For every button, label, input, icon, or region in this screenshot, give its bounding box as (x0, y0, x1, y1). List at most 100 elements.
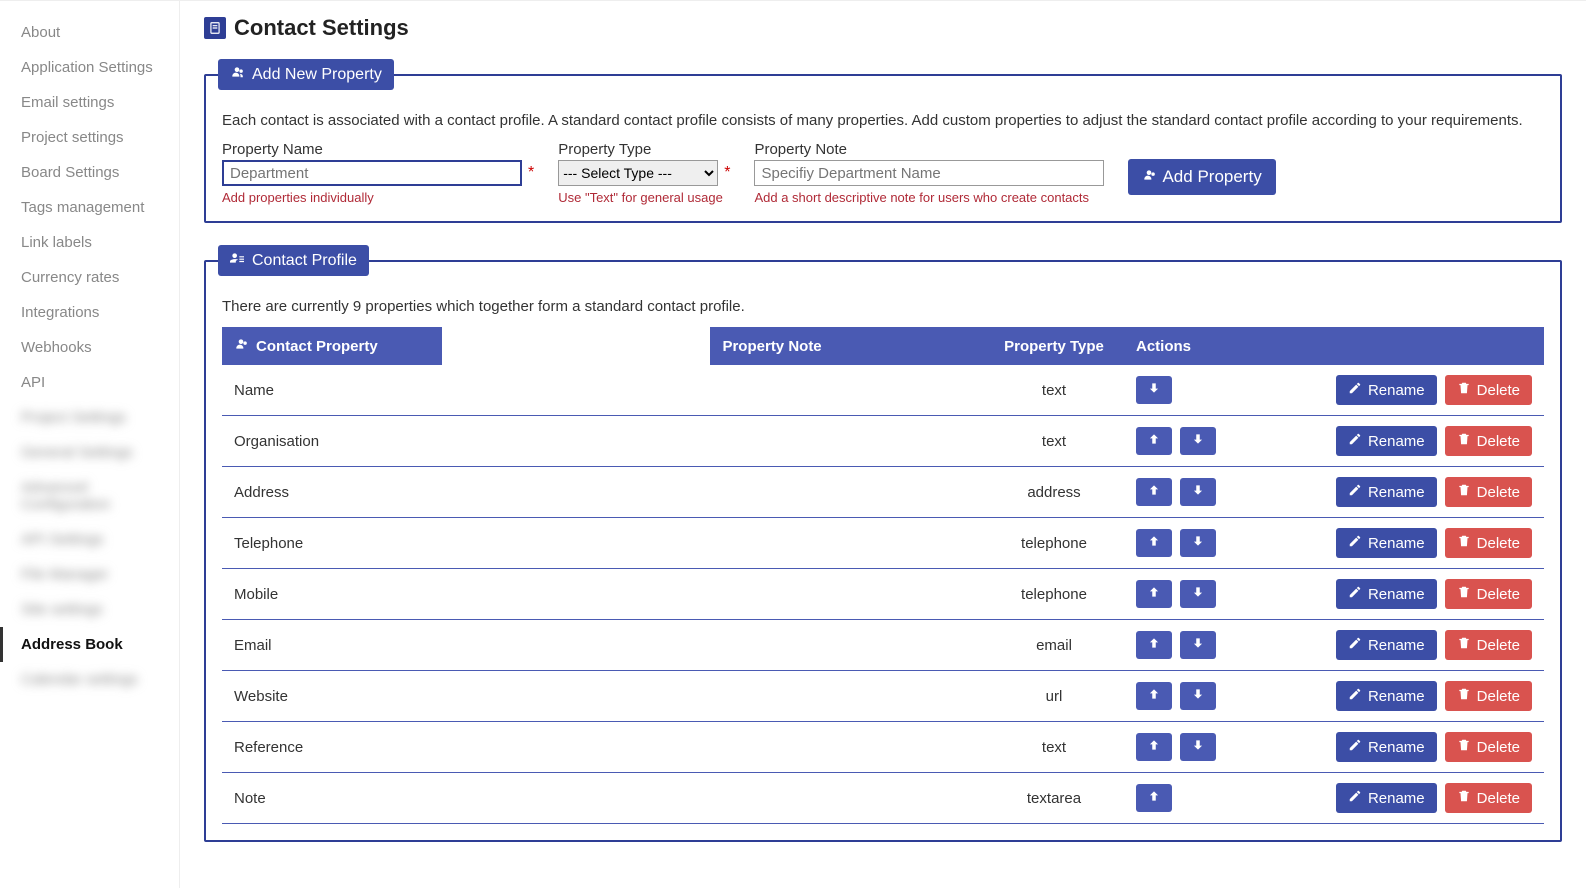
move-down-button[interactable] (1180, 427, 1216, 455)
delete-label: Delete (1477, 790, 1520, 807)
rename-label: Rename (1368, 739, 1425, 756)
move-up-button[interactable] (1136, 580, 1172, 608)
delete-button[interactable]: Delete (1445, 783, 1532, 813)
delete-button[interactable]: Delete (1445, 477, 1532, 507)
sidebar-item[interactable]: Advanced Configuration (0, 470, 179, 522)
property-name-label: Property Name (222, 141, 534, 158)
rename-button[interactable]: Rename (1336, 681, 1437, 711)
property-note-cell (710, 722, 984, 773)
actions-cell: Rename Delete (1124, 467, 1544, 518)
rename-button[interactable]: Rename (1336, 732, 1437, 762)
sidebar-item[interactable]: Email settings (0, 85, 179, 120)
sidebar: AboutApplication SettingsEmail settingsP… (0, 0, 180, 888)
sidebar-item[interactable]: Project settings (0, 120, 179, 155)
actions-cell: Rename Delete (1124, 416, 1544, 467)
add-property-button[interactable]: Add Property (1128, 159, 1275, 195)
contact-profile-description: There are currently 9 properties which t… (222, 296, 1544, 317)
rename-button[interactable]: Rename (1336, 783, 1437, 813)
arrow-up-icon (1147, 687, 1161, 705)
move-down-button[interactable] (1136, 376, 1172, 404)
table-row: Email email Rename Delete (222, 620, 1544, 671)
move-up-button[interactable] (1136, 427, 1172, 455)
add-property-legend: Add New Property (218, 59, 394, 90)
sidebar-item[interactable]: API Settings (0, 522, 179, 557)
property-note-input[interactable] (754, 160, 1104, 186)
property-type-select[interactable]: --- Select Type --- (558, 160, 718, 186)
rename-button[interactable]: Rename (1336, 528, 1437, 558)
delete-button[interactable]: Delete (1445, 528, 1532, 558)
actions-cell: Rename Delete (1124, 671, 1544, 722)
arrow-down-icon (1147, 381, 1161, 399)
sidebar-item[interactable]: About (0, 15, 179, 50)
actions-cell: Rename Delete (1124, 365, 1544, 416)
property-note-cell (710, 467, 984, 518)
property-note-cell (710, 518, 984, 569)
arrow-up-icon (1147, 738, 1161, 756)
rename-button[interactable]: Rename (1336, 375, 1437, 405)
sidebar-item[interactable]: Board Settings (0, 155, 179, 190)
delete-button[interactable]: Delete (1445, 681, 1532, 711)
sidebar-item[interactable]: General Settings (0, 435, 179, 470)
property-name-cell: Website (222, 671, 710, 722)
sidebar-item[interactable]: Project Settings (0, 400, 179, 435)
arrow-up-icon (1147, 636, 1161, 654)
rename-button[interactable]: Rename (1336, 579, 1437, 609)
rename-button[interactable]: Rename (1336, 630, 1437, 660)
sidebar-item[interactable]: Webhooks (0, 330, 179, 365)
move-down-button[interactable] (1180, 631, 1216, 659)
actions-cell: Rename Delete (1124, 773, 1544, 824)
sidebar-item[interactable]: Tags management (0, 190, 179, 225)
sidebar-item[interactable]: Application Settings (0, 50, 179, 85)
property-type-cell: email (984, 620, 1124, 671)
property-note-cell (710, 416, 984, 467)
property-name-input[interactable] (222, 160, 522, 186)
sidebar-item[interactable]: Calendar settings (0, 662, 179, 697)
sidebar-item[interactable]: Address Book (0, 627, 179, 662)
rename-button[interactable]: Rename (1336, 426, 1437, 456)
move-down-button[interactable] (1180, 529, 1216, 557)
table-row: OrganisationtextRenameDelete (222, 416, 1544, 467)
delete-button[interactable]: Delete (1445, 375, 1532, 405)
delete-label: Delete (1477, 484, 1520, 501)
rename-button[interactable]: Rename (1336, 477, 1437, 507)
move-up-button[interactable] (1136, 631, 1172, 659)
actions-cell: Rename Delete (1124, 620, 1544, 671)
property-note-cell (710, 620, 984, 671)
rename-label: Rename (1368, 382, 1425, 399)
sidebar-item[interactable]: Site settings (0, 592, 179, 627)
sidebar-item[interactable]: Link labels (0, 225, 179, 260)
header-property: Contact Property (222, 327, 442, 365)
contact-profile-legend-text: Contact Profile (252, 252, 357, 270)
delete-label: Delete (1477, 433, 1520, 450)
table-row: WebsiteurlRenameDelete (222, 671, 1544, 722)
delete-button[interactable]: Delete (1445, 732, 1532, 762)
property-name-cell: Address (222, 467, 710, 518)
move-down-button[interactable] (1180, 733, 1216, 761)
sidebar-item[interactable]: Integrations (0, 295, 179, 330)
property-type-cell: textarea (984, 773, 1124, 824)
move-up-button[interactable] (1136, 529, 1172, 557)
delete-button[interactable]: Delete (1445, 579, 1532, 609)
move-down-button[interactable] (1180, 682, 1216, 710)
required-star: * (724, 164, 730, 182)
add-property-button-label: Add Property (1162, 167, 1261, 187)
move-up-button[interactable] (1136, 733, 1172, 761)
delete-label: Delete (1477, 586, 1520, 603)
rename-label: Rename (1368, 433, 1425, 450)
move-down-button[interactable] (1180, 478, 1216, 506)
property-type-cell: telephone (984, 518, 1124, 569)
delete-button[interactable]: Delete (1445, 426, 1532, 456)
move-up-button[interactable] (1136, 682, 1172, 710)
property-name-cell: Email (222, 620, 710, 671)
edit-icon (1348, 483, 1362, 501)
sidebar-item[interactable]: Currency rates (0, 260, 179, 295)
sidebar-item[interactable]: File Manager (0, 557, 179, 592)
property-note-cell (710, 569, 984, 620)
delete-button[interactable]: Delete (1445, 630, 1532, 660)
move-down-button[interactable] (1180, 580, 1216, 608)
move-up-button[interactable] (1136, 784, 1172, 812)
property-note-hint: Add a short descriptive note for users w… (754, 190, 1104, 205)
move-up-button[interactable] (1136, 478, 1172, 506)
sidebar-item[interactable]: API (0, 365, 179, 400)
rename-label: Rename (1368, 637, 1425, 654)
